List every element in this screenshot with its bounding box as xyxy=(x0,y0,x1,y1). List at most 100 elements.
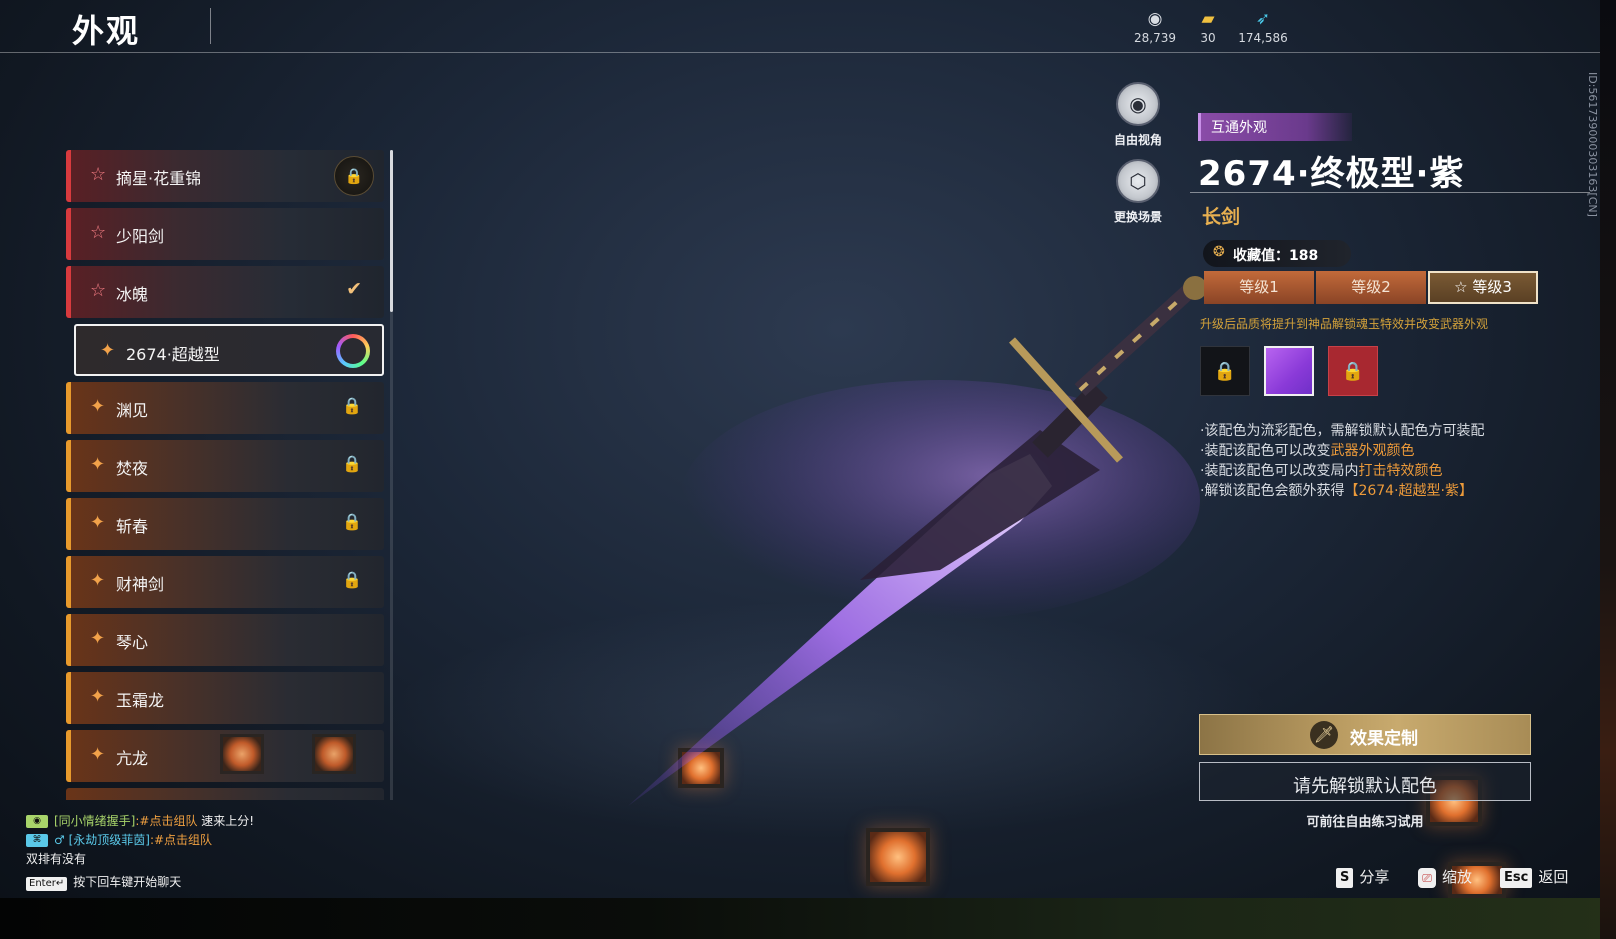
weapon-glow xyxy=(680,380,1200,620)
lantern-decoration xyxy=(866,828,930,886)
skin-item-label: 焚夜 xyxy=(116,459,149,478)
chat-team-link[interactable]: :#点击组队 xyxy=(135,814,197,828)
back-hint[interactable]: Esc 返回 xyxy=(1500,866,1568,888)
bottom-strip xyxy=(0,898,1616,939)
rarity-bar xyxy=(66,440,71,492)
skin-item-label: 斩春 xyxy=(116,517,149,536)
skin-item-zhanchun[interactable]: ✦ 斩春 🔒 xyxy=(66,498,384,550)
esc-key: Esc xyxy=(1500,867,1533,888)
star-icon: ✦ xyxy=(90,454,106,475)
skin-item-label: 琴心 xyxy=(116,633,149,652)
rarity-bar xyxy=(66,382,71,434)
unlock-default-button[interactable]: 请先解锁默认配色 xyxy=(1199,762,1531,801)
star-icon: ☆ xyxy=(90,164,107,185)
rarity-bar xyxy=(66,556,71,608)
swatch-purple[interactable] xyxy=(1264,346,1314,396)
effect-customize-button[interactable]: 🗡 效果定制 xyxy=(1199,714,1531,755)
swatch-red-locked[interactable]: 🔒 xyxy=(1328,346,1378,396)
mouse-icon: ⎚ xyxy=(1418,867,1436,888)
skin-list: ☆ 摘星·花重锦 🔒 ☆ 少阳剑 ☆ 冰魄 ✔ ✦ 2674·超越型 ✦ 渊见 … xyxy=(66,150,384,800)
title-divider xyxy=(1190,192,1590,193)
build-id: ID:561739000303163[CN] xyxy=(1586,72,1599,217)
change-scene-button[interactable]: ⬡ 更换场景 xyxy=(1103,159,1173,225)
unlock-default-label: 请先解锁默认配色 xyxy=(1293,776,1437,797)
skin-item-caishen[interactable]: ✦ 财神剑 🔒 xyxy=(66,556,384,608)
note-line: ·解锁该配色会额外获得【2674·超越型·紫】 xyxy=(1200,480,1473,500)
tab-level-1[interactable]: 等级1 xyxy=(1204,271,1314,304)
weapon-preview[interactable] xyxy=(560,260,1240,820)
share-hint[interactable]: S 分享 xyxy=(1336,866,1389,888)
skin-item-bingpo[interactable]: ☆ 冰魄 ✔ xyxy=(66,266,384,318)
lock-icon: 🔒 xyxy=(342,454,362,473)
feather-icon: ➶ xyxy=(1255,9,1271,29)
chat-text: 速来上分! xyxy=(197,814,255,828)
camera-icon: ◉ xyxy=(1116,82,1160,126)
skin-item-kanglong[interactable]: ✦ 亢龙 xyxy=(66,730,384,782)
zoom-hint[interactable]: ⎚ 缩放 xyxy=(1418,866,1472,888)
tab-level-3[interactable]: ☆ 等级3 xyxy=(1428,271,1538,304)
skin-item-shaoyang[interactable]: ☆ 少阳剑 xyxy=(66,208,384,260)
note-text: ·该配色为流彩配色，需解锁默认配色方可装配 xyxy=(1200,423,1485,439)
free-view-label: 自由视角 xyxy=(1113,133,1162,147)
note-highlight: 打击特效颜色 xyxy=(1358,463,1443,479)
chat-sender[interactable]: [同小情绪握手] xyxy=(54,814,135,828)
free-view-button[interactable]: ◉ 自由视角 xyxy=(1103,82,1173,148)
star-icon: ✦ xyxy=(90,396,106,417)
practice-note[interactable]: 可前往自由练习试用 xyxy=(1199,811,1531,830)
currency-feathers-value: 174,586 xyxy=(1238,31,1288,45)
note-line: ·装配该配色可以改变局内打击特效颜色 xyxy=(1200,460,1442,480)
effect-customize-label: 效果定制 xyxy=(1350,729,1418,749)
zoom-label: 缩放 xyxy=(1442,868,1473,886)
team-badge-icon: ◉ xyxy=(26,815,48,828)
interop-tag: 互通外观 xyxy=(1198,113,1352,141)
change-scene-label: 更换场景 xyxy=(1113,210,1162,224)
skin-item-label: 少阳剑 xyxy=(116,227,165,246)
upgrade-note: 升级后品质将提升到神品解锁魂玉特效并改变武器外观 xyxy=(1200,317,1489,331)
skin-item-yushuanglong[interactable]: ✦ 玉霜龙 xyxy=(66,672,384,724)
star-icon: ☆ xyxy=(90,222,107,243)
currency-feathers[interactable]: ➶ 174,586 xyxy=(1228,8,1298,45)
skin-item-label: 亢龙 xyxy=(116,749,149,768)
note-line: ·装配该配色可以改变武器外观颜色 xyxy=(1200,440,1414,460)
star-icon: ✦ xyxy=(90,686,106,707)
collection-icon: ❂ xyxy=(1213,244,1225,260)
collection-value: ❂ 收藏值：188 xyxy=(1203,240,1351,267)
chat-input-hint-text: 按下回车键开始聊天 xyxy=(73,875,182,889)
chat-input-hint[interactable]: Enter↵ 按下回车键开始聊天 xyxy=(26,873,181,891)
rarity-bar xyxy=(66,208,71,260)
lantern-decoration xyxy=(220,734,264,774)
skin-item-2674[interactable]: ✦ 2674·超越型 xyxy=(74,324,384,376)
chat-team-link[interactable]: :#点击组队 xyxy=(150,833,212,847)
lock-icon: 🔒 xyxy=(1213,360,1237,382)
scene-cube-icon: ⬡ xyxy=(1116,159,1160,203)
skin-item-qinxin[interactable]: ✦ 琴心 xyxy=(66,614,384,666)
chat-message[interactable]: ⌘ ♂ [永劫顶级菲茵]:#点击组队 xyxy=(26,831,212,848)
team-badge-icon: ⌘ xyxy=(26,834,48,847)
star-icon: ✦ xyxy=(90,744,106,765)
note-highlight: 武器外观颜色 xyxy=(1330,443,1415,459)
skin-item-label: 玉霜龙 xyxy=(116,691,165,710)
lock-icon: 🔒 xyxy=(342,396,362,415)
list-scrollbar[interactable] xyxy=(390,150,393,312)
note-highlight: 【2674·超越型·紫】 xyxy=(1344,483,1473,499)
lantern-decoration xyxy=(312,734,356,774)
skin-item-partial[interactable] xyxy=(66,788,384,800)
rarity-bar xyxy=(66,498,71,550)
enter-key: Enter↵ xyxy=(26,877,68,891)
skin-item-zhaixing[interactable]: ☆ 摘星·花重锦 🔒 xyxy=(66,150,384,202)
share-label: 分享 xyxy=(1359,868,1390,886)
swatch-default-locked[interactable]: 🔒 xyxy=(1200,346,1250,396)
note-line: ·该配色为流彩配色，需解锁默认配色方可装配 xyxy=(1200,420,1484,440)
rarity-bar xyxy=(66,150,71,202)
lock-icon: 🔒 xyxy=(1341,360,1365,382)
tab-level-2[interactable]: 等级2 xyxy=(1316,271,1426,304)
lock-icon: 🔒 xyxy=(342,570,362,589)
skin-item-yuanjian[interactable]: ✦ 渊见 🔒 xyxy=(66,382,384,434)
skin-item-label: 2674·超越型 xyxy=(126,345,220,364)
chat-message[interactable]: ◉ [同小情绪握手]:#点击组队 速来上分! xyxy=(26,812,254,829)
skin-item-fenye[interactable]: ✦ 焚夜 🔒 xyxy=(66,440,384,492)
interop-tag-label: 互通外观 xyxy=(1211,120,1267,136)
back-label: 返回 xyxy=(1538,868,1569,886)
chat-sender[interactable]: [永劫顶级菲茵] xyxy=(69,833,150,847)
note-text: ·解锁该配色会额外获得 xyxy=(1200,483,1345,499)
